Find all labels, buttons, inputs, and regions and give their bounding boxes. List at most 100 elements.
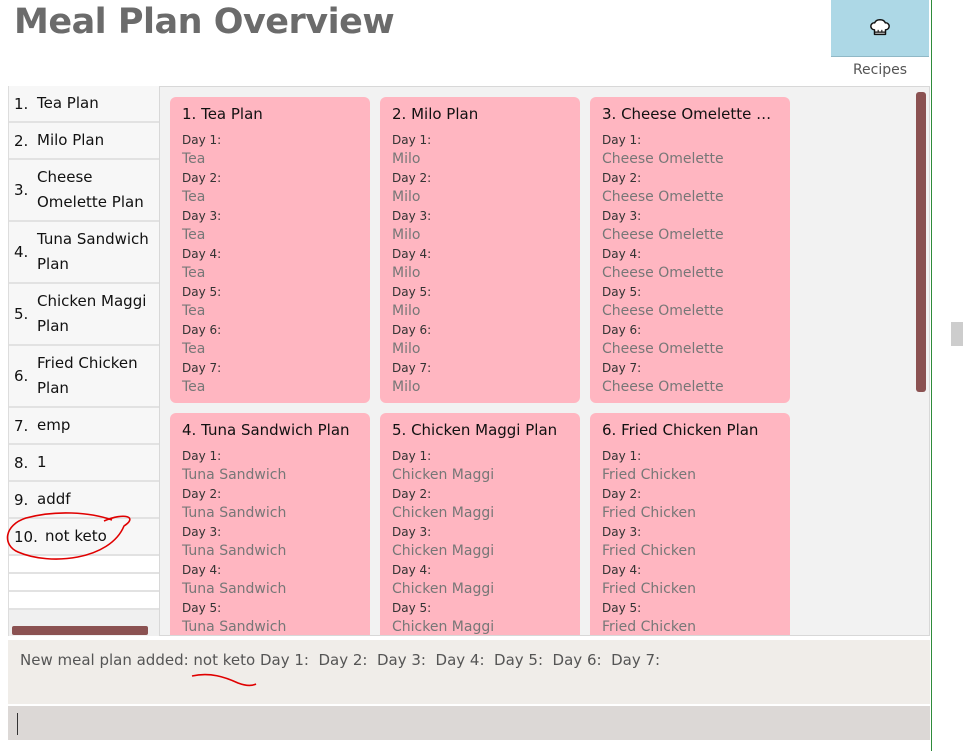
day-label: Day 4: (602, 563, 642, 577)
day-label: Day 4: (392, 563, 432, 577)
meal-plan-list-item[interactable]: 10. not keto (9, 519, 159, 556)
day-label: Day 3: (392, 525, 432, 539)
day-meal: Tea (182, 151, 206, 167)
meal-plan-list-item[interactable]: 9. addf (9, 482, 159, 519)
list-item-index: 2. (14, 131, 29, 150)
day-label: Day 3: (602, 525, 642, 539)
day-meal: Cheese Omelette (602, 303, 724, 319)
text-caret (17, 713, 18, 735)
command-input[interactable] (8, 706, 930, 740)
list-item-index: 5. (14, 305, 29, 323)
day-label: Day 2: (182, 487, 222, 501)
day-label: Day 1: (602, 449, 642, 463)
meal-plan-card[interactable]: 5. Chicken Maggi Plan Day 1: Chicken Maggi… (380, 413, 580, 635)
day-label: Day 3: (182, 209, 222, 223)
day-meal: Tea (182, 227, 206, 243)
day-label: Day 6: (602, 323, 642, 337)
day-meal: Milo (392, 189, 421, 205)
day-label: Day 6: (392, 323, 432, 337)
meal-plan-list[interactable]: 1. Tea Plan 2. Milo Plan 3. Cheese Omelette P… (8, 86, 159, 636)
meal-plan-list-item[interactable]: 2. Milo Plan (9, 123, 159, 160)
list-item-index: 10. (14, 527, 38, 546)
day-label: Day 5: (602, 285, 642, 299)
day-meal: Cheese Omelette (602, 189, 724, 205)
day-meal: Tea (182, 341, 206, 357)
outer-scrollbar-thumb[interactable] (951, 322, 963, 346)
list-item-index: 8. (14, 453, 29, 472)
meal-plan-card[interactable]: 3. Cheese Omelette Pl... Day 1: Cheese Ome… (590, 97, 790, 403)
meal-plan-list-item[interactable]: 4. Tuna Sandwich Plan (9, 222, 159, 284)
card-title: 5. Chicken Maggi Plan (392, 421, 558, 439)
card-title: 2. Milo Plan (392, 105, 479, 123)
day-label: Day 1: (392, 133, 432, 147)
day-meal: Fried Chicken (602, 543, 696, 559)
grid-vertical-scrollbar[interactable] (916, 92, 926, 392)
list-item-name: Tea Plan (37, 94, 99, 112)
day-label: Day 7: (602, 361, 642, 375)
day-meal: Chicken Maggi (392, 505, 495, 521)
day-meal: Tuna Sandwich (182, 619, 287, 635)
day-meal: Chicken Maggi (392, 543, 495, 559)
list-item-name: emp (37, 416, 71, 434)
day-meal: Tea (182, 265, 206, 281)
day-label: Day 2: (392, 171, 432, 185)
meal-plan-card[interactable]: 4. Tuna Sandwich Plan Day 1: Tuna Sandwich… (170, 413, 370, 635)
meal-plan-list-item[interactable]: 6. Fried Chicken Plan (9, 346, 159, 408)
card-title: 4. Tuna Sandwich Plan (182, 421, 350, 439)
day-label: Day 7: (392, 361, 432, 375)
day-label: Day 5: (392, 601, 432, 615)
day-meal: Cheese Omelette (602, 151, 724, 167)
recipes-button[interactable] (831, 0, 929, 57)
list-horizontal-scrollbar[interactable] (12, 626, 148, 635)
day-meal: Chicken Maggi (392, 619, 495, 635)
day-meal: Tuna Sandwich (182, 467, 287, 483)
day-label: Day 2: (602, 487, 642, 501)
result-text: New meal plan added: not keto Day 1: Day… (20, 651, 661, 669)
empty-list-row (9, 556, 159, 574)
day-meal: Tuna Sandwich (182, 505, 287, 521)
day-label: Day 3: (392, 209, 432, 223)
list-item-name: Milo Plan (37, 131, 105, 149)
app-window: Meal Plan Overview Recipes 1. Tea Plan 2. M… (0, 0, 966, 751)
day-meal: Milo (392, 303, 421, 319)
list-item-name: 1 (37, 453, 47, 471)
day-meal: Tuna Sandwich (182, 543, 287, 559)
day-label: Day 4: (182, 563, 222, 577)
list-item-name: Cheese Omelette Plan (37, 168, 144, 211)
day-label: Day 5: (182, 285, 222, 299)
day-meal: Chicken Maggi (392, 467, 495, 483)
meal-plan-list-item[interactable]: 8. 1 (9, 445, 159, 482)
page-title: Meal Plan Overview (14, 2, 395, 42)
day-label: Day 4: (602, 247, 642, 261)
meal-plan-grid[interactable]: 1. Tea Plan Day 1: Tea Day 2: Tea Day 3: Tea Da… (159, 86, 930, 636)
day-label: Day 2: (392, 487, 432, 501)
meal-plan-list-item[interactable]: 1. Tea Plan (9, 86, 159, 123)
day-meal: Cheese Omelette (602, 227, 724, 243)
card-title: 3. Cheese Omelette Pl... (602, 105, 778, 123)
day-meal: Milo (392, 265, 421, 281)
day-label: Day 4: (182, 247, 222, 261)
list-item-index: 6. (14, 367, 29, 385)
list-item-name: Chicken Maggi Plan (37, 292, 147, 335)
day-label: Day 1: (182, 449, 222, 463)
day-label: Day 4: (392, 247, 432, 261)
day-meal: Fried Chicken (602, 581, 696, 597)
day-meal: Milo (392, 227, 421, 243)
meal-plan-card[interactable]: 6. Fried Chicken Plan Day 1: Fried Chicken… (590, 413, 790, 635)
day-label: Day 5: (392, 285, 432, 299)
day-meal: Milo (392, 379, 421, 395)
day-label: Day 1: (182, 133, 222, 147)
meal-plan-card[interactable]: 2. Milo Plan Day 1: Milo Day 2: Milo Day 3: Mi… (380, 97, 580, 403)
day-meal: Milo (392, 151, 421, 167)
result-display: New meal plan added: not keto Day 1: Day… (8, 640, 930, 704)
day-label: Day 5: (182, 601, 222, 615)
meal-plan-list-item[interactable]: 3. Cheese Omelette Plan (9, 160, 159, 222)
list-item-index: 3. (14, 181, 29, 199)
meal-plan-list-item[interactable]: 5. Chicken Maggi Plan (9, 284, 159, 346)
day-meal: Cheese Omelette (602, 379, 724, 395)
day-label: Day 1: (392, 449, 432, 463)
meal-plan-card[interactable]: 1. Tea Plan Day 1: Tea Day 2: Tea Day 3: Tea Da… (170, 97, 370, 403)
recipes-label: Recipes (852, 62, 908, 78)
meal-plan-list-item[interactable]: 7. emp (9, 408, 159, 445)
list-item-index: 9. (14, 490, 29, 509)
